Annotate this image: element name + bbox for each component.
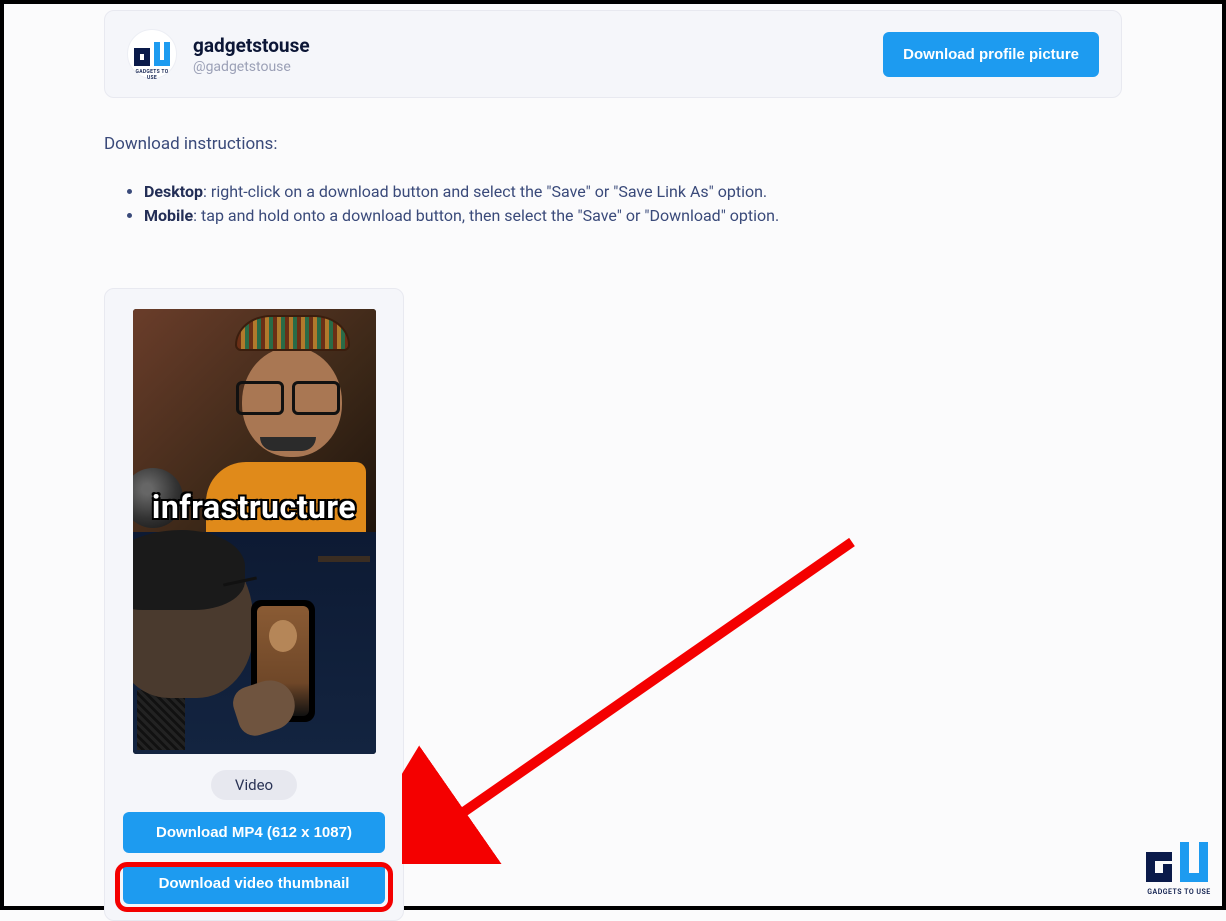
avatar-logo-icon [134, 42, 170, 66]
instruction-desktop-text: : right-click on a download button and s… [203, 182, 767, 201]
avatar: GADGETS TO USE [127, 29, 177, 79]
thumbnail-caption: infrastructure [133, 488, 376, 526]
profile-card: GADGETS TO USE gadgetstouse @gadgetstous… [104, 10, 1122, 98]
profile-name: gadgetstouse [193, 34, 310, 57]
profile-handle: @gadgetstouse [193, 59, 310, 75]
download-profile-picture-button[interactable]: Download profile picture [883, 32, 1099, 77]
profile-text: gadgetstouse @gadgetstouse [193, 34, 310, 75]
watermark-logo-icon [1146, 842, 1212, 886]
media-type-badge: Video [211, 770, 297, 800]
instruction-desktop: Desktop: right-click on a download butto… [144, 180, 1122, 204]
profile-left: GADGETS TO USE gadgetstouse @gadgetstous… [127, 29, 310, 79]
instruction-mobile-text: : tap and hold onto a download button, t… [193, 206, 779, 225]
instruction-desktop-label: Desktop [144, 182, 203, 201]
instruction-mobile-label: Mobile [144, 206, 193, 225]
avatar-sublabel: GADGETS TO USE [134, 69, 170, 81]
watermark: GADGETS TO USE [1146, 842, 1212, 896]
watermark-text: GADGETS TO USE [1146, 888, 1212, 896]
instruction-mobile: Mobile: tap and hold onto a download but… [144, 204, 1122, 228]
video-thumbnail: infrastructure [133, 309, 376, 754]
download-instructions: Download instructions: Desktop: right-cl… [104, 134, 1122, 228]
download-video-thumbnail-button[interactable]: Download video thumbnail [123, 863, 385, 904]
download-mp4-button[interactable]: Download MP4 (612 x 1087) [123, 812, 385, 853]
video-card: infrastructure Video Download MP4 (612 x… [104, 288, 404, 921]
instructions-title: Download instructions: [104, 134, 1122, 154]
